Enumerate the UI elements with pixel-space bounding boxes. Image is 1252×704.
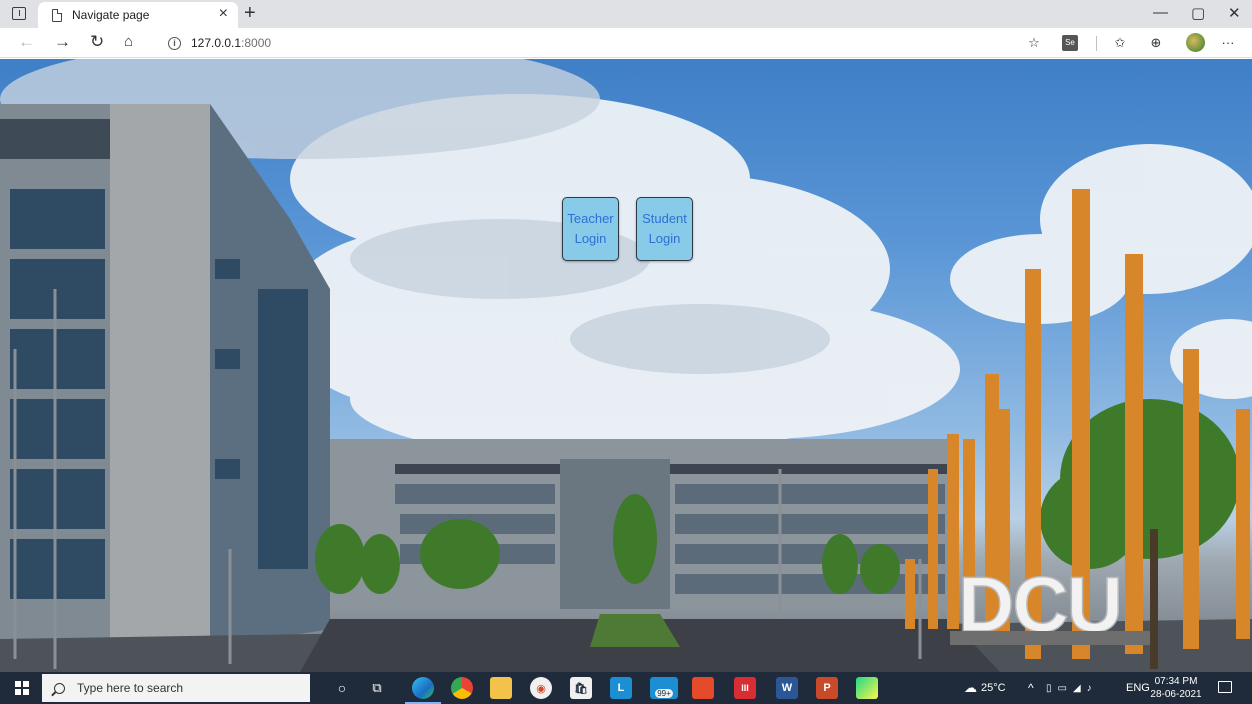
page-icon xyxy=(52,8,62,22)
tray-chevron-icon[interactable]: ^ xyxy=(1028,672,1034,704)
home-icon[interactable]: ⌂ xyxy=(124,32,133,52)
meet-now-icon[interactable]: ▯ xyxy=(1046,683,1058,694)
language-indicator[interactable]: ENG xyxy=(1126,672,1150,704)
site-info-icon[interactable]: i xyxy=(168,36,181,50)
search-placeholder: Type here to search xyxy=(77,681,184,695)
url-host: 127.0.0.1 xyxy=(191,36,242,50)
close-window-button[interactable]: ✕ xyxy=(1228,4,1241,22)
campus-background-image: DCU xyxy=(0,59,1252,672)
back-icon[interactable]: ← xyxy=(18,32,35,52)
tab-actions-icon[interactable] xyxy=(12,7,26,20)
browser-toolbar: ← → ↻ ⌂ i 127.0.0.1:8000 ☆ Se ✩ ⊕ ··· xyxy=(0,28,1252,58)
powerpoint-icon[interactable]: P xyxy=(816,677,838,699)
forward-icon[interactable]: → xyxy=(54,32,71,52)
notification-center-icon[interactable] xyxy=(1218,681,1232,693)
l-app-icon[interactable]: L xyxy=(610,677,632,699)
file-explorer-icon[interactable] xyxy=(490,677,512,699)
cloud-icon: ☁ xyxy=(964,680,977,695)
more-icon[interactable]: ··· xyxy=(1220,35,1236,51)
teacher-login-button[interactable]: Teacher Login xyxy=(562,197,619,261)
extension-icon[interactable]: Se xyxy=(1062,35,1078,51)
page-viewport: DCU Teacher Login Student Login xyxy=(0,59,1252,672)
taskbar-search-input[interactable]: Type here to search xyxy=(42,674,310,702)
url-port: :8000 xyxy=(241,36,272,50)
clock-time: 07:34 PM xyxy=(1154,676,1198,687)
store-icon[interactable]: 🛍 xyxy=(570,677,592,699)
collections-icon[interactable]: ⊕ xyxy=(1148,35,1164,51)
chrome-icon[interactable] xyxy=(451,677,473,699)
media-player-icon[interactable]: ◉ xyxy=(530,677,552,699)
favorite-icon[interactable]: ☆ xyxy=(1026,35,1042,51)
word-icon[interactable]: W xyxy=(776,677,798,699)
tray-icons[interactable]: ▯ ▭ ◢ ♪ xyxy=(1046,672,1098,704)
wifi-icon[interactable]: ◢ xyxy=(1073,683,1087,694)
clock-date: 28-06-2021 xyxy=(1150,689,1202,700)
new-tab-button[interactable]: + xyxy=(244,3,256,23)
minimize-button[interactable]: — xyxy=(1153,4,1168,21)
taskbar-clock[interactable]: 07:34 PM 28-06-2021 xyxy=(1150,675,1202,701)
volume-icon[interactable]: ♪ xyxy=(1087,683,1098,694)
cortana-icon[interactable]: ○ xyxy=(331,677,353,699)
toolbar-divider xyxy=(1096,36,1097,51)
office-icon[interactable] xyxy=(692,677,714,699)
tab-title: Navigate page xyxy=(72,8,150,22)
weather-temperature: 25°C xyxy=(981,682,1006,694)
student-login-label-line2: Login xyxy=(648,231,681,246)
refresh-icon[interactable]: ↻ xyxy=(90,32,104,52)
browser-titlebar: Navigate page × + — ▢ ✕ xyxy=(0,0,1252,28)
windows-start-icon[interactable] xyxy=(15,681,29,695)
windows-taskbar: Type here to search ○ ⧉ ◉ 🛍 L 99+ III W … xyxy=(0,672,1252,704)
app-red-icon[interactable]: III xyxy=(734,677,756,699)
teacher-login-label-line2: Login xyxy=(574,231,607,246)
task-view-icon[interactable]: ⧉ xyxy=(366,677,388,699)
maximize-button[interactable]: ▢ xyxy=(1191,4,1205,22)
student-login-label-line1: Student xyxy=(642,211,687,226)
pycharm-icon[interactable] xyxy=(856,677,878,699)
mail-icon[interactable]: 99+ xyxy=(650,677,678,699)
favorites-icon[interactable]: ✩ xyxy=(1112,35,1128,51)
edge-icon[interactable] xyxy=(412,677,434,699)
tab-close-icon[interactable]: × xyxy=(219,6,228,22)
student-login-button[interactable]: Student Login xyxy=(636,197,693,261)
profile-icon[interactable] xyxy=(1186,33,1205,52)
battery-icon[interactable]: ▭ xyxy=(1058,683,1073,694)
weather-widget[interactable]: ☁ 25°C xyxy=(964,672,1006,704)
teacher-login-label-line1: Teacher xyxy=(567,211,614,226)
search-icon xyxy=(54,682,65,694)
address-bar[interactable]: i 127.0.0.1:8000 xyxy=(156,31,1036,55)
mail-badge: 99+ xyxy=(655,688,673,698)
active-tab[interactable]: Navigate page × xyxy=(38,2,238,28)
